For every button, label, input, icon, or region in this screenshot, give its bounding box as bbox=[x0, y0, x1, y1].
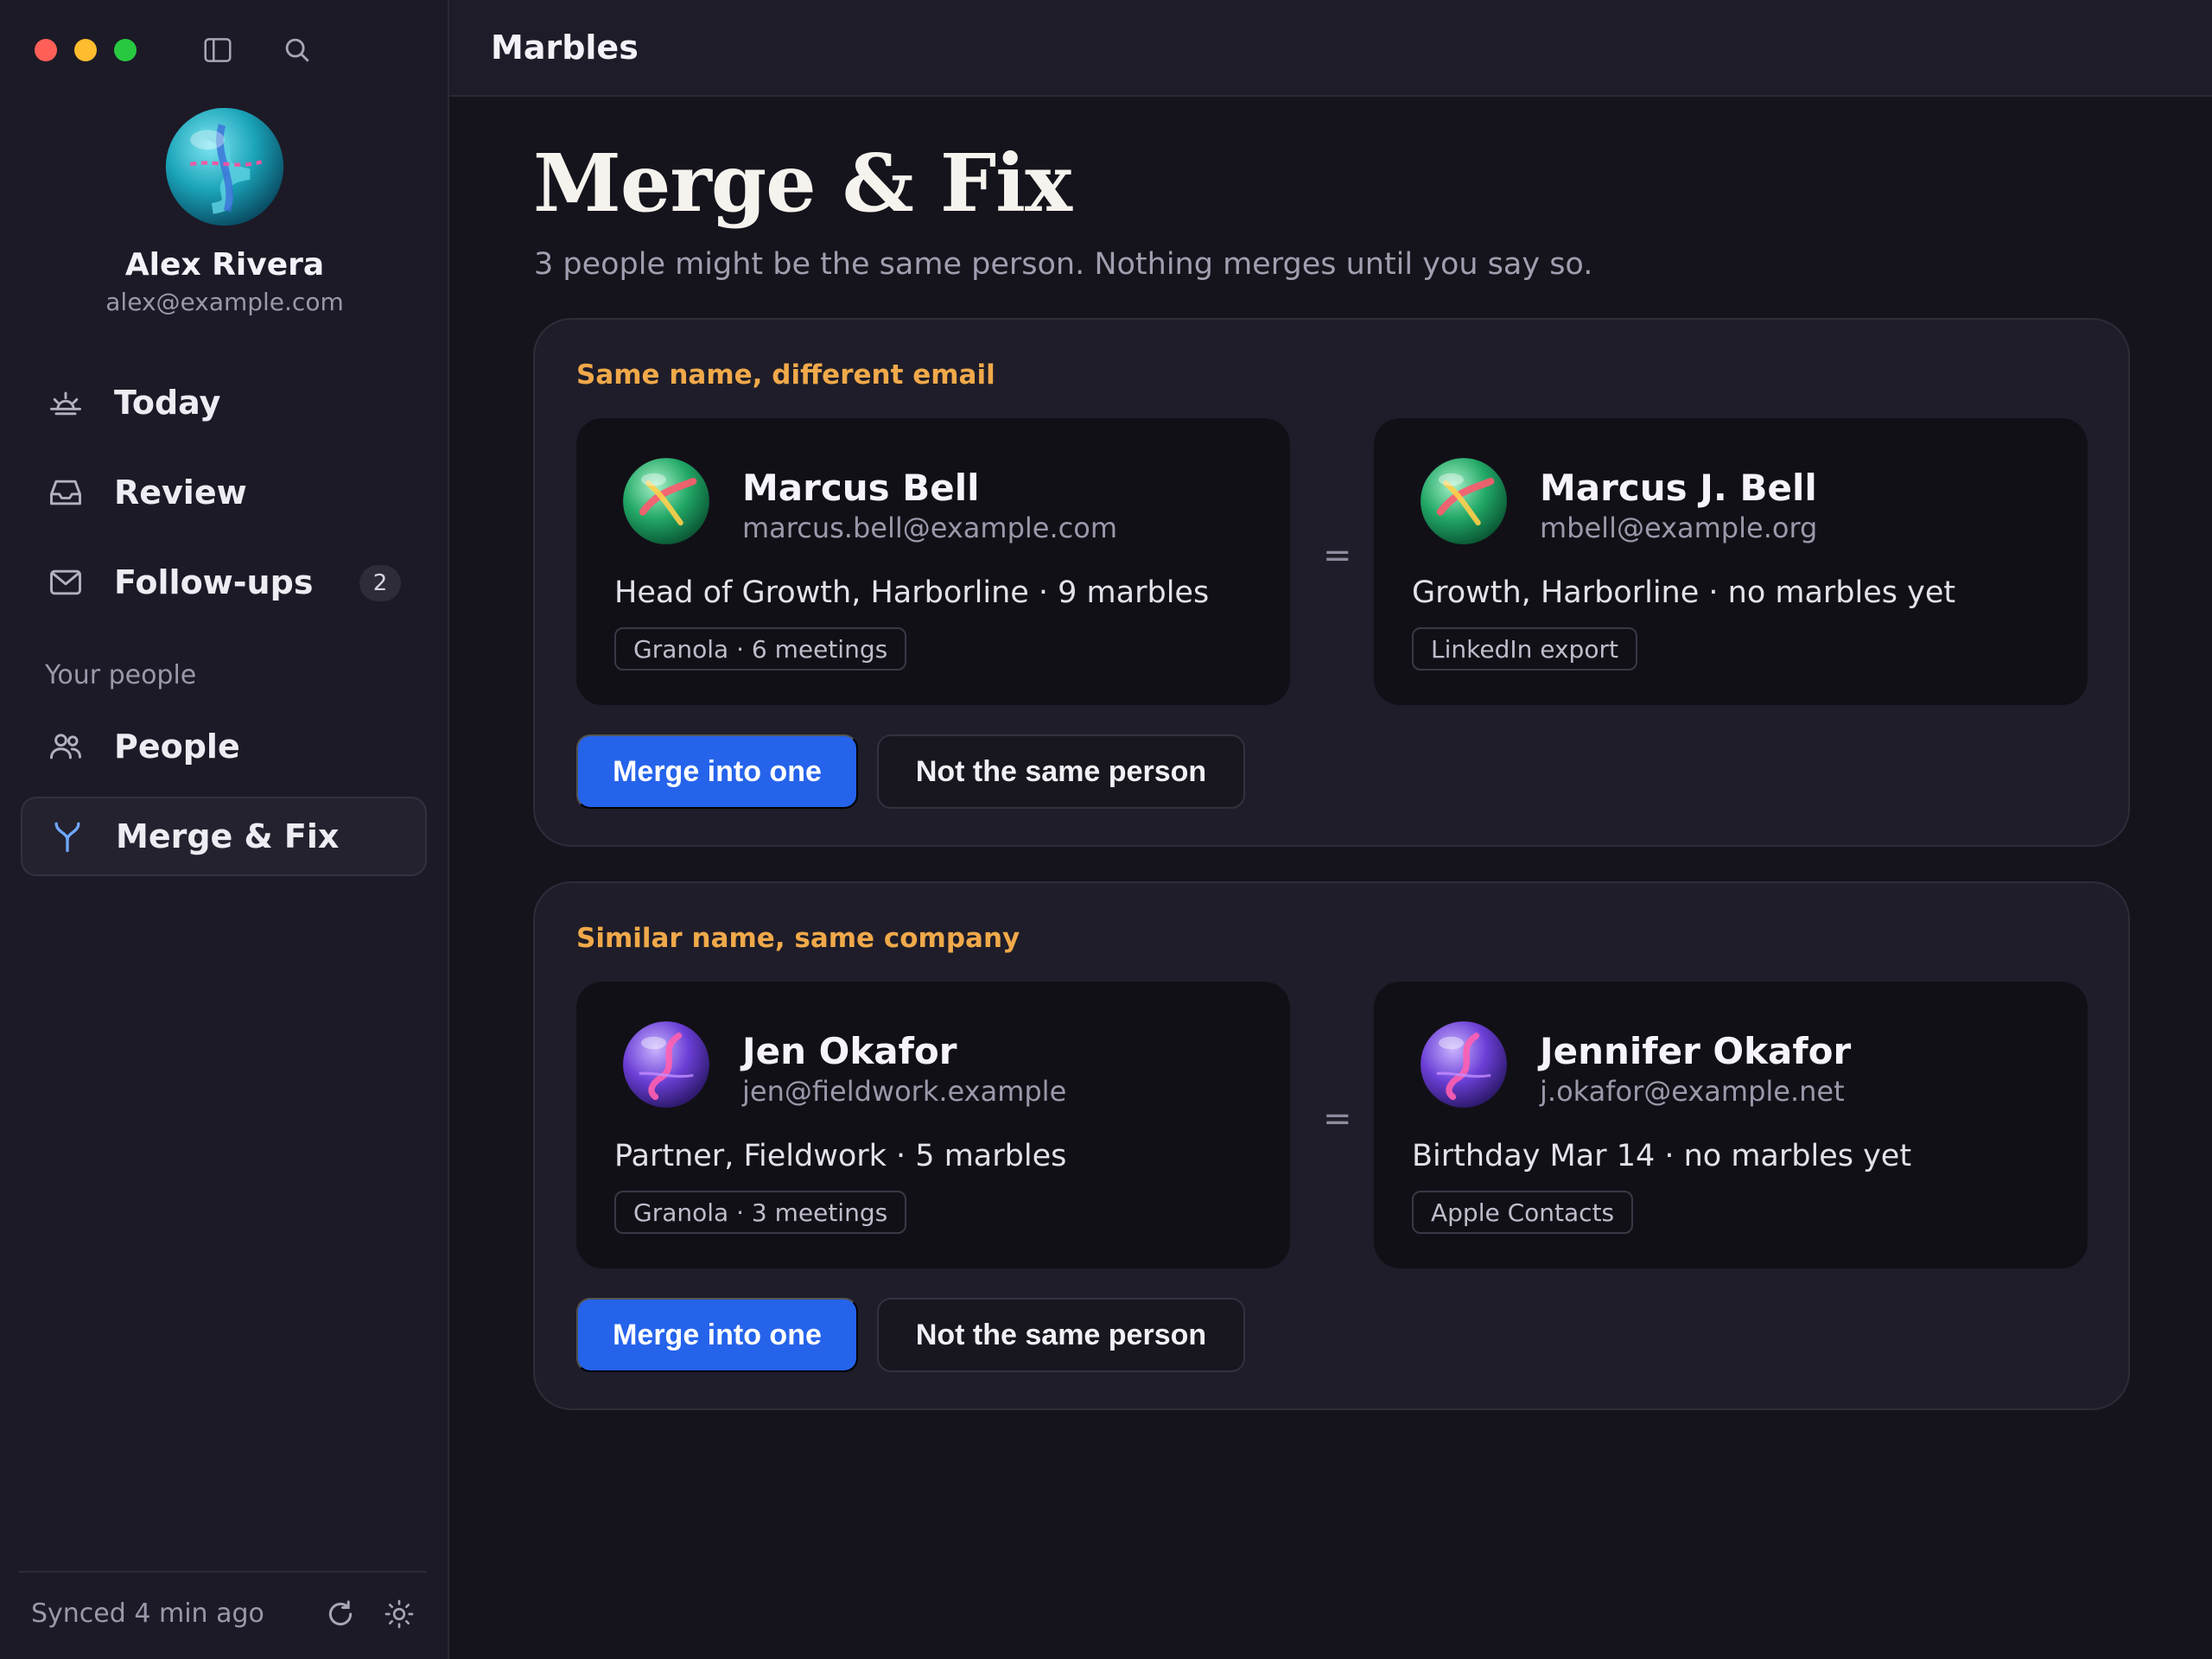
nav-label-people: People bbox=[114, 728, 240, 766]
nav-label-follow-ups: Follow-ups bbox=[114, 563, 314, 601]
follow-ups-count-badge: 2 bbox=[359, 565, 401, 601]
duplicate-group: Same name, different email Marcus Bell m… bbox=[533, 318, 2130, 847]
nav-item-merge-fix[interactable]: Merge & Fix bbox=[21, 797, 427, 876]
equals-sign: = bbox=[1323, 536, 1352, 575]
person-details: Birthday Mar 14 · no marbles yet bbox=[1412, 1139, 1912, 1173]
person-details: Growth, Harborline · no marbles yet bbox=[1412, 575, 1956, 610]
equals-sign: = bbox=[1323, 1099, 1352, 1139]
source-tag: Apple Contacts bbox=[1412, 1191, 1634, 1234]
duplicate-reason: Same name, different email bbox=[576, 359, 995, 391]
nav-label-today: Today bbox=[114, 384, 221, 422]
sidebar: Alex Rivera alex@example.com Today Revie… bbox=[0, 0, 449, 1659]
user-name: Alex Rivera bbox=[124, 247, 325, 283]
person-email: mbell@example.org bbox=[1540, 512, 1818, 544]
source-tag: Granola · 6 meetings bbox=[614, 627, 907, 671]
sunrise-icon bbox=[50, 391, 81, 416]
avatar bbox=[1421, 1021, 1507, 1108]
person-email: marcus.bell@example.com bbox=[742, 512, 1117, 544]
merge-button[interactable]: Merge into one bbox=[576, 734, 858, 809]
avatar bbox=[623, 458, 709, 544]
sidebar-footer: Synced 4 min ago bbox=[19, 1571, 427, 1659]
person-email: j.okafor@example.net bbox=[1540, 1075, 1845, 1108]
person-card[interactable]: Marcus Bell marcus.bell@example.com Head… bbox=[576, 418, 1290, 705]
sync-status: Synced 4 min ago bbox=[31, 1599, 264, 1629]
person-details: Partner, Fieldwork · 5 marbles bbox=[614, 1139, 1067, 1173]
page-title: Merge & Fix bbox=[533, 137, 1072, 230]
person-card[interactable]: Jen Okafor jen@fieldwork.example Partner… bbox=[576, 982, 1290, 1268]
nav-item-follow-ups[interactable]: Follow-ups 2 bbox=[21, 543, 427, 622]
person-card[interactable]: Marcus J. Bell mbell@example.org Growth,… bbox=[1374, 418, 2088, 705]
duplicate-reason: Similar name, same company bbox=[576, 923, 1020, 954]
refresh-icon[interactable] bbox=[323, 1597, 358, 1631]
avatar bbox=[165, 107, 284, 226]
source-tag: Granola · 3 meetings bbox=[614, 1191, 907, 1234]
minimize-window-button[interactable] bbox=[74, 39, 97, 61]
not-same-person-button[interactable]: Not the same person bbox=[877, 1298, 1245, 1372]
nav-item-today[interactable]: Today bbox=[21, 363, 427, 442]
duplicate-group: Similar name, same company Jen Okafor je… bbox=[533, 881, 2130, 1410]
person-name: Jen Okafor bbox=[742, 1030, 957, 1072]
person-name: Jennifer Okafor bbox=[1540, 1030, 1852, 1072]
page-subtitle: 3 people might be the same person. Nothi… bbox=[534, 247, 1593, 282]
not-same-person-button[interactable]: Not the same person bbox=[877, 734, 1245, 809]
people-icon bbox=[50, 734, 81, 760]
user-profile[interactable]: Alex Rivera alex@example.com bbox=[0, 105, 449, 316]
main-content: Marbles Merge & Fix 3 people might be th… bbox=[449, 0, 2212, 1659]
sidebar-toggle-icon[interactable] bbox=[200, 33, 235, 67]
window-title: Marbles bbox=[491, 29, 639, 67]
nav-label-review: Review bbox=[114, 474, 247, 512]
person-details: Head of Growth, Harborline · 9 marbles bbox=[614, 575, 1210, 610]
person-name: Marcus Bell bbox=[742, 467, 980, 509]
title-bar: Marbles bbox=[449, 0, 2212, 97]
nav-item-review[interactable]: Review bbox=[21, 453, 427, 532]
mail-icon bbox=[50, 569, 81, 595]
nav-item-people[interactable]: People bbox=[21, 707, 427, 786]
window-controls bbox=[35, 39, 137, 61]
section-label-your-people: Your people bbox=[45, 660, 197, 690]
avatar bbox=[623, 1021, 709, 1108]
avatar bbox=[1421, 458, 1507, 544]
merge-icon bbox=[54, 822, 80, 853]
search-icon[interactable] bbox=[280, 33, 315, 67]
source-tag: LinkedIn export bbox=[1412, 627, 1637, 671]
person-name: Marcus J. Bell bbox=[1540, 467, 1817, 509]
person-email: jen@fieldwork.example bbox=[742, 1075, 1067, 1108]
nav-label-merge-fix: Merge & Fix bbox=[116, 817, 340, 855]
zoom-window-button[interactable] bbox=[114, 39, 137, 61]
close-window-button[interactable] bbox=[35, 39, 57, 61]
merge-button[interactable]: Merge into one bbox=[576, 1298, 858, 1372]
person-card[interactable]: Jennifer Okafor j.okafor@example.net Bir… bbox=[1374, 982, 2088, 1268]
user-email: alex@example.com bbox=[105, 288, 344, 316]
inbox-icon bbox=[50, 480, 81, 505]
theme-toggle-icon[interactable] bbox=[382, 1597, 416, 1631]
